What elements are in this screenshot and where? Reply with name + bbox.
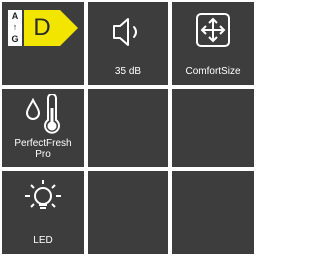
led-tile: LED <box>0 169 86 256</box>
empty-tile <box>86 169 170 256</box>
perfect-fresh-label-line1: PerfectFresh <box>14 138 72 149</box>
empty-tile <box>170 87 256 169</box>
features-grid: A ↑ G D 35 dB ComfortSize PerfectFresh P… <box>0 0 256 256</box>
energy-label-icon: A ↑ G D <box>8 10 80 46</box>
comfort-size-tile: ComfortSize <box>170 0 256 87</box>
move-arrows-icon <box>196 13 230 47</box>
noise-level-tile: 35 dB <box>86 0 170 87</box>
drop-thermometer-icon <box>25 94 60 134</box>
energy-class-value: D <box>33 14 51 41</box>
speaker-icon <box>113 18 137 46</box>
led-label: LED <box>33 235 53 246</box>
empty-tile <box>170 169 256 256</box>
comfort-size-label: ComfortSize <box>185 66 241 77</box>
perfect-fresh-tile: PerfectFresh Pro <box>0 87 86 169</box>
empty-tile <box>86 87 170 169</box>
perfect-fresh-label-line2: Pro <box>35 149 51 160</box>
energy-class-tile: A ↑ G D <box>0 0 86 87</box>
light-bulb-icon <box>25 180 61 209</box>
noise-level-label: 35 dB <box>114 66 142 77</box>
